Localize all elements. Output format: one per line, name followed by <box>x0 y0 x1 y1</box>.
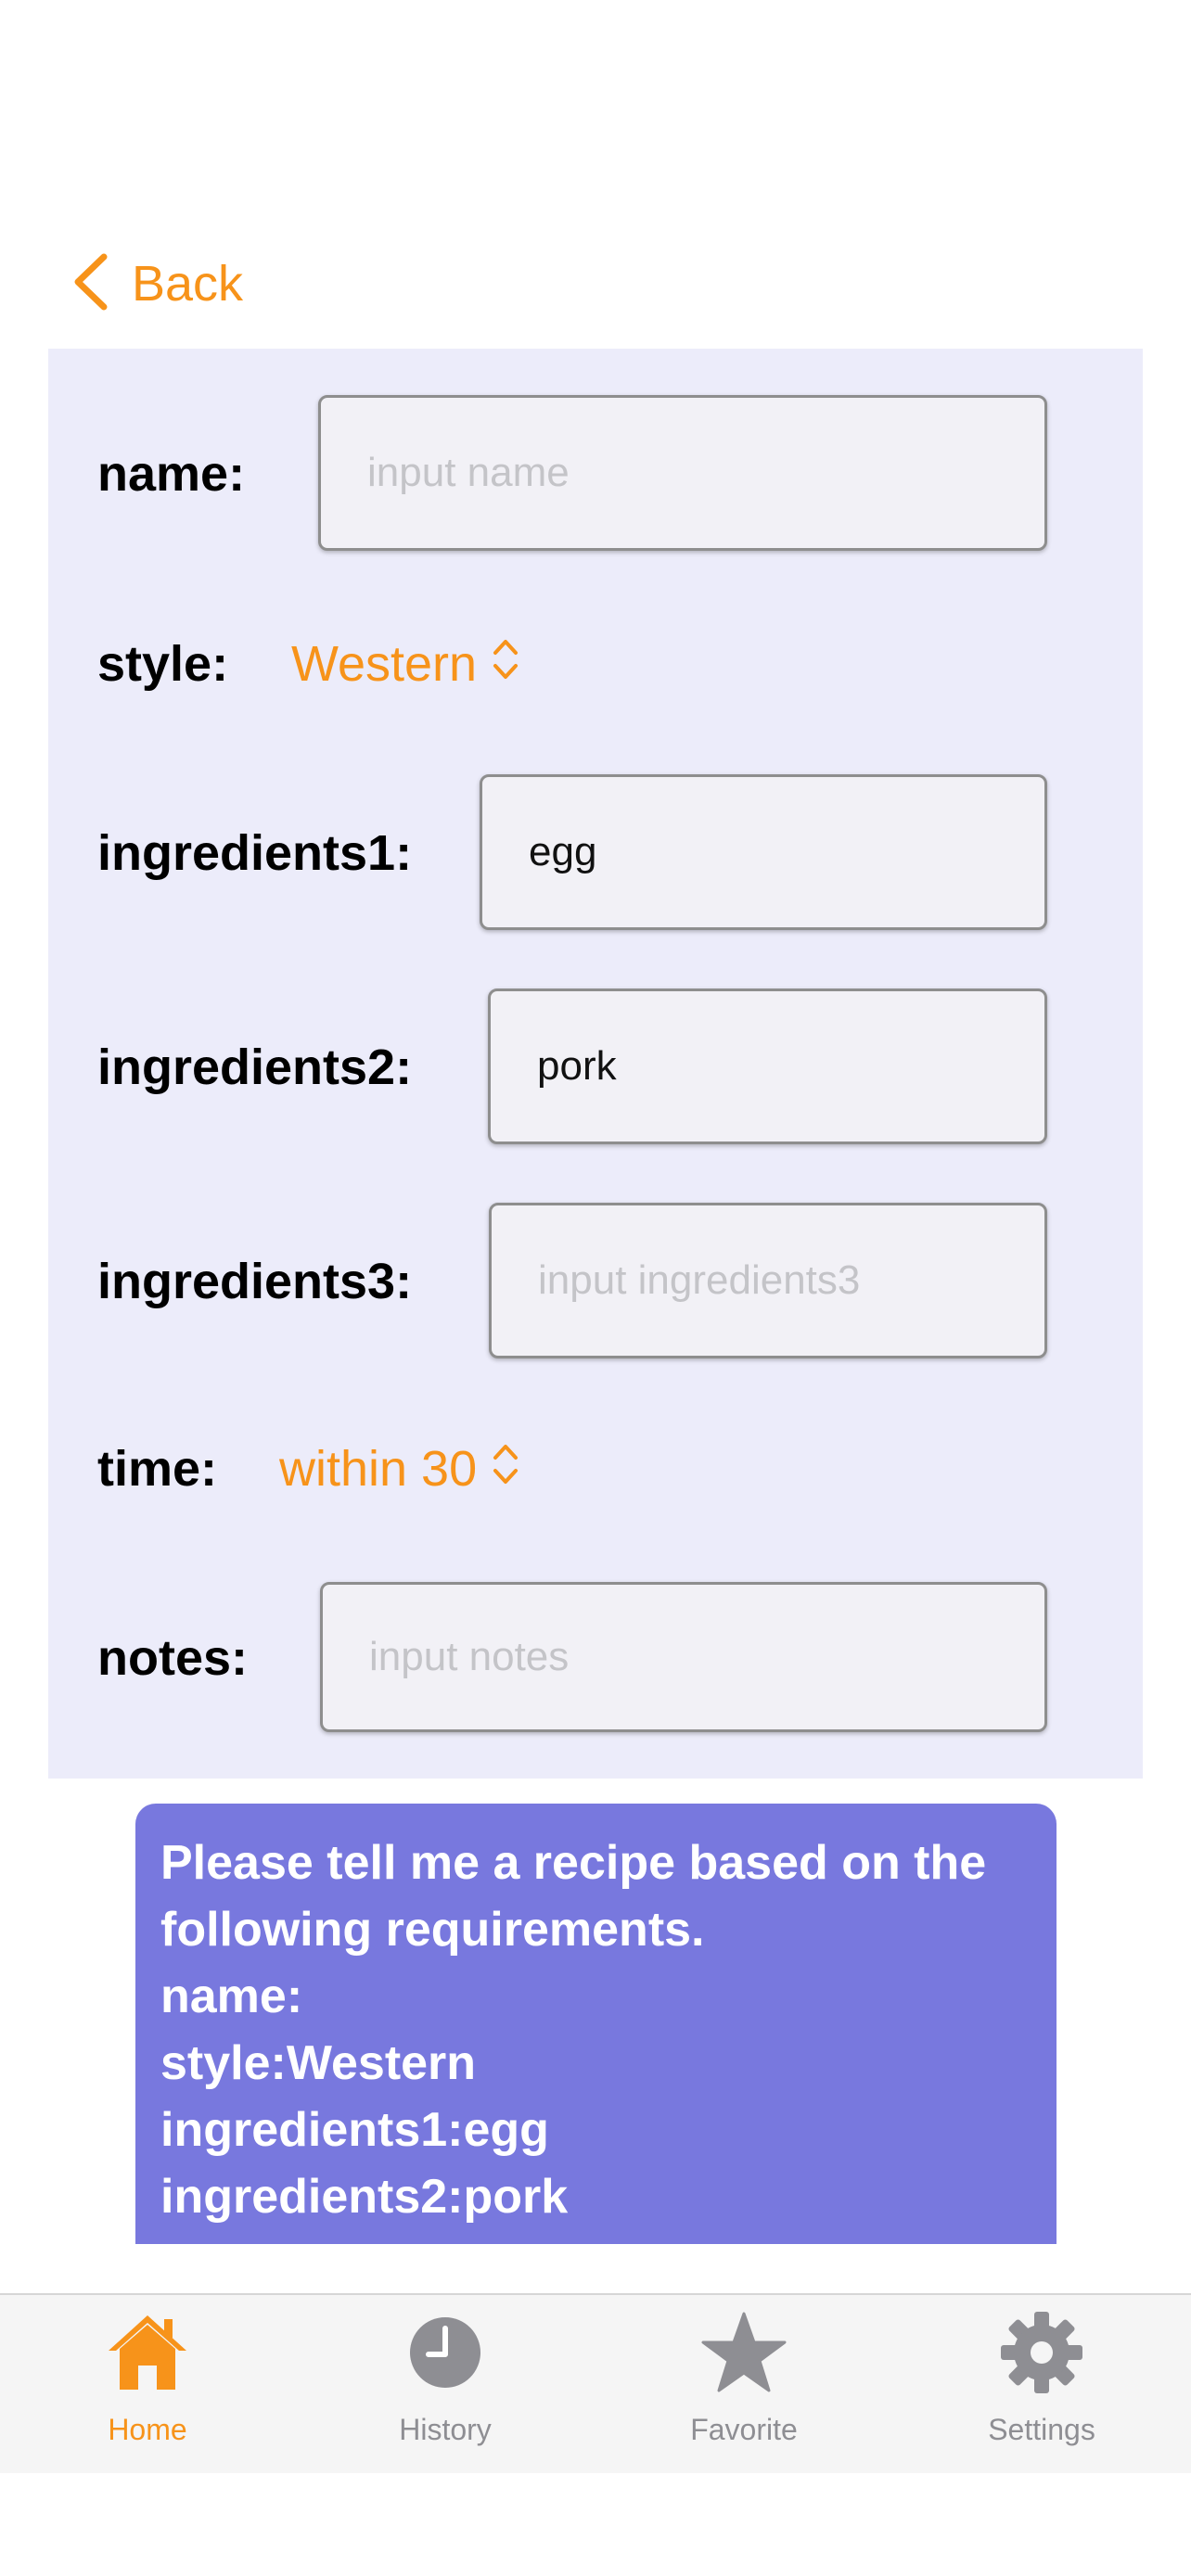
form-row-ingredients1: ingredients1: <box>48 774 1143 930</box>
tab-history-label: History <box>399 2413 492 2446</box>
ingredients1-input[interactable] <box>480 774 1047 930</box>
form-row-style: style: Western <box>48 618 1143 710</box>
chevron-left-icon <box>70 251 111 317</box>
style-picker[interactable]: Western <box>291 636 519 691</box>
tab-history[interactable]: History <box>352 2308 538 2466</box>
form-row-time: time: within 30 <box>48 1422 1143 1515</box>
ingredients1-label: ingredients1: <box>97 825 413 881</box>
tab-home-label: Home <box>108 2413 187 2446</box>
clock-icon <box>401 2308 490 2402</box>
prompt-preview: Please tell me a recipe based on the fol… <box>135 1804 1057 2244</box>
back-label: Back <box>132 256 244 312</box>
time-picker[interactable]: within 30 <box>279 1441 519 1496</box>
back-button[interactable]: Back <box>70 247 243 321</box>
ingredients2-label: ingredients2: <box>97 1039 413 1095</box>
chevron-up-down-icon <box>492 1441 519 1496</box>
ingredients3-label: ingredients3: <box>97 1254 413 1309</box>
time-label: time: <box>97 1441 218 1497</box>
name-label: name: <box>97 446 246 502</box>
tab-favorite[interactable]: Favorite <box>651 2308 837 2466</box>
screen: Back name: style: Western ingredients1: … <box>0 0 1191 2576</box>
notes-input[interactable] <box>320 1582 1047 1732</box>
form-row-ingredients2: ingredients2: <box>48 988 1143 1144</box>
notes-label: notes: <box>97 1630 248 1686</box>
form-row-name: name: <box>48 395 1143 551</box>
ingredients2-input[interactable] <box>488 988 1047 1144</box>
tab-home[interactable]: Home <box>55 2308 240 2466</box>
chevron-up-down-icon <box>492 636 519 691</box>
tab-favorite-label: Favorite <box>690 2413 798 2446</box>
form-row-notes: notes: <box>48 1582 1143 1732</box>
recipe-form: name: style: Western ingredients1: ingre… <box>48 349 1143 1779</box>
style-picker-value: Western <box>291 635 478 692</box>
house-icon <box>103 2308 192 2402</box>
prompt-text: Please tell me a recipe based on the fol… <box>160 1836 987 2244</box>
ingredients3-input[interactable] <box>489 1203 1047 1358</box>
form-row-ingredients3: ingredients3: <box>48 1203 1143 1358</box>
tab-bar: Home History Favorite Settings <box>0 2293 1191 2473</box>
time-picker-value: within 30 <box>279 1440 478 1497</box>
gear-icon <box>997 2308 1086 2402</box>
style-label: style: <box>97 636 229 692</box>
star-icon <box>699 2308 788 2402</box>
tab-settings-label: Settings <box>988 2413 1095 2446</box>
tab-settings[interactable]: Settings <box>949 2308 1134 2466</box>
name-input[interactable] <box>318 395 1047 551</box>
